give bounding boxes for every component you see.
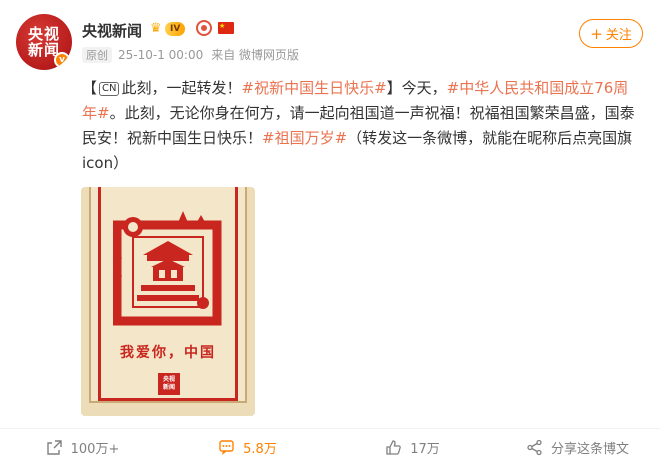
plus-icon: +: [590, 24, 603, 43]
repost-icon: [46, 439, 62, 455]
crown-icon: ♛: [150, 21, 162, 36]
poster-logo-line1: 央视: [162, 376, 175, 383]
follow-label: 关注: [605, 28, 632, 43]
divider: [0, 428, 660, 429]
topic-link[interactable]: #祝新中国生日快乐#: [242, 79, 387, 97]
comment-count: 5.8万: [243, 441, 277, 457]
post-image[interactable]: 我爱你，中国 央视 新闻: [81, 187, 255, 416]
verified-badge-icon: v: [54, 52, 70, 68]
share-icon: [527, 439, 542, 455]
vip-level: IV: [165, 22, 186, 36]
repost-count: 100万+: [70, 441, 120, 457]
vip-badge[interactable]: ♛ IV: [150, 21, 186, 37]
post-text: 】今天，: [386, 79, 447, 97]
comment-icon: [219, 439, 234, 455]
cctv-news-logo: 央视 新闻: [158, 373, 180, 395]
post-content: 【CN 此刻，一起转发！#祝新中国生日快乐#】今天，#中华人民共和国成立76周年#…: [82, 76, 642, 176]
medal-icon[interactable]: [196, 20, 212, 36]
papercut-guo-character-icon: [113, 211, 222, 326]
post-text: 此刻，一起转发！: [121, 79, 242, 97]
like-count: 17万: [410, 441, 440, 457]
poster-slogan: 我爱你，中国: [120, 345, 216, 361]
like-button[interactable]: 17万: [330, 432, 495, 462]
follow-button[interactable]: + 关注: [579, 19, 643, 48]
post-time[interactable]: 25-10-1 00:00: [118, 48, 203, 62]
author-name[interactable]: 央视新闻: [82, 20, 142, 41]
original-tag: 原创: [82, 47, 112, 63]
china-flag-icon: ★: [218, 22, 234, 34]
post-text: 【: [82, 79, 98, 97]
cn-icon: CN: [99, 82, 120, 96]
repost-button[interactable]: 100万+: [0, 432, 165, 462]
action-bar: 100万+ 5.8万 17万 分享这条博文: [0, 432, 660, 462]
share-label: 分享这条博文: [550, 441, 629, 457]
post-source: 来自 微博网页版: [211, 48, 300, 62]
avatar[interactable]: 央视 新闻 v: [16, 14, 72, 70]
avatar-text-line1: 央视: [27, 25, 60, 43]
poster-logo-line2: 新闻: [162, 384, 175, 391]
share-button[interactable]: 分享这条博文: [495, 432, 660, 462]
post-meta: 原创 25-10-1 00:00 来自 微博网页版: [82, 46, 299, 63]
thumbs-up-icon: [386, 439, 401, 455]
topic-link[interactable]: #祖国万岁#: [262, 129, 347, 147]
comment-button[interactable]: 5.8万: [165, 432, 330, 462]
